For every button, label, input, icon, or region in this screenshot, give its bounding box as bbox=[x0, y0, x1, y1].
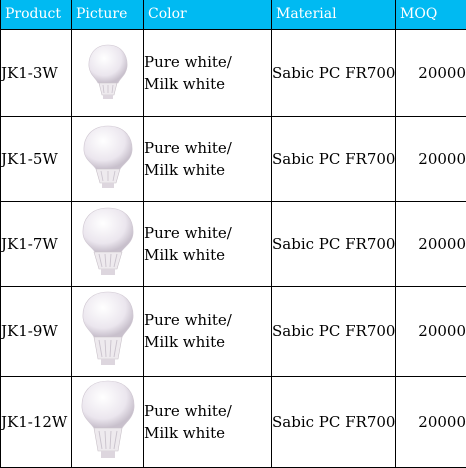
color-line1: Pure white/ bbox=[144, 138, 232, 157]
table-row: JK1-3W Pure white/ Milk white Sabic PC F… bbox=[0, 29, 466, 117]
color-line1: Pure white/ bbox=[144, 223, 232, 242]
material-cell: Sabic PC FR700 bbox=[271, 116, 396, 202]
header-product: Product bbox=[0, 0, 72, 30]
color-line2: Milk white bbox=[144, 333, 226, 351]
moq-cell: 20000 bbox=[395, 29, 466, 117]
color-cell: Pure white/ Milk white bbox=[143, 376, 272, 468]
table-header-row: Product Picture Color Material MOQ bbox=[0, 0, 466, 30]
picture-cell bbox=[71, 29, 144, 117]
color-cell: Pure white/ Milk white bbox=[143, 286, 272, 377]
table-row: JK1-7W Pure white/ Milk white Sabic PC F… bbox=[0, 201, 466, 287]
color-cell: Pure white/ Milk white bbox=[143, 201, 272, 287]
color-cell: Pure white/ Milk white bbox=[143, 116, 272, 202]
picture-cell bbox=[71, 116, 144, 202]
product-cell: JK1-5W bbox=[0, 116, 72, 202]
product-cell: JK1-9W bbox=[0, 286, 72, 377]
color-line2: Milk white bbox=[144, 74, 226, 93]
color-cell: Pure white/ Milk white bbox=[143, 29, 272, 117]
picture-cell bbox=[71, 376, 144, 468]
moq-cell: 20000 bbox=[395, 376, 466, 468]
picture-cell bbox=[71, 201, 144, 287]
product-table: Product Picture Color Material MOQ JK1-3… bbox=[0, 0, 466, 468]
header-moq: MOQ bbox=[395, 0, 466, 30]
color-line2: Milk white bbox=[144, 423, 226, 442]
material-cell: Sabic PC FR700 bbox=[271, 29, 396, 117]
color-line1: Pure white/ bbox=[144, 311, 232, 329]
material-cell: Sabic PC FR700 bbox=[271, 286, 396, 377]
picture-cell bbox=[71, 286, 144, 377]
header-color: Color bbox=[143, 0, 272, 30]
color-line2: Milk white bbox=[144, 245, 226, 264]
bulb-icon bbox=[83, 125, 132, 188]
bulb-icon bbox=[81, 380, 134, 458]
material-cell: Sabic PC FR700 bbox=[271, 201, 396, 287]
material-cell: Sabic PC FR700 bbox=[271, 376, 396, 468]
table-row: JK1-9W Pure white/ Milk white Sabic PC F… bbox=[0, 286, 466, 377]
moq-cell: 20000 bbox=[395, 116, 466, 202]
color-line2: Milk white bbox=[144, 160, 226, 179]
header-material: Material bbox=[271, 0, 396, 30]
table-row: JK1-5W Pure white/ Milk white Sabic PC F… bbox=[0, 116, 466, 202]
bulb-icon bbox=[88, 44, 127, 99]
product-cell: JK1-3W bbox=[0, 29, 72, 117]
color-line1: Pure white/ bbox=[144, 401, 232, 420]
product-cell: JK1-7W bbox=[0, 201, 72, 287]
color-line1: Pure white/ bbox=[144, 52, 232, 71]
product-cell: JK1-12W bbox=[0, 376, 72, 468]
header-picture: Picture bbox=[71, 0, 144, 30]
moq-cell: 20000 bbox=[395, 286, 466, 377]
moq-cell: 20000 bbox=[395, 201, 466, 287]
table-row: JK1-12W Pure white/ Milk white Sabic PC … bbox=[0, 376, 466, 468]
bulb-icon bbox=[82, 207, 133, 275]
bulb-icon bbox=[82, 291, 133, 365]
